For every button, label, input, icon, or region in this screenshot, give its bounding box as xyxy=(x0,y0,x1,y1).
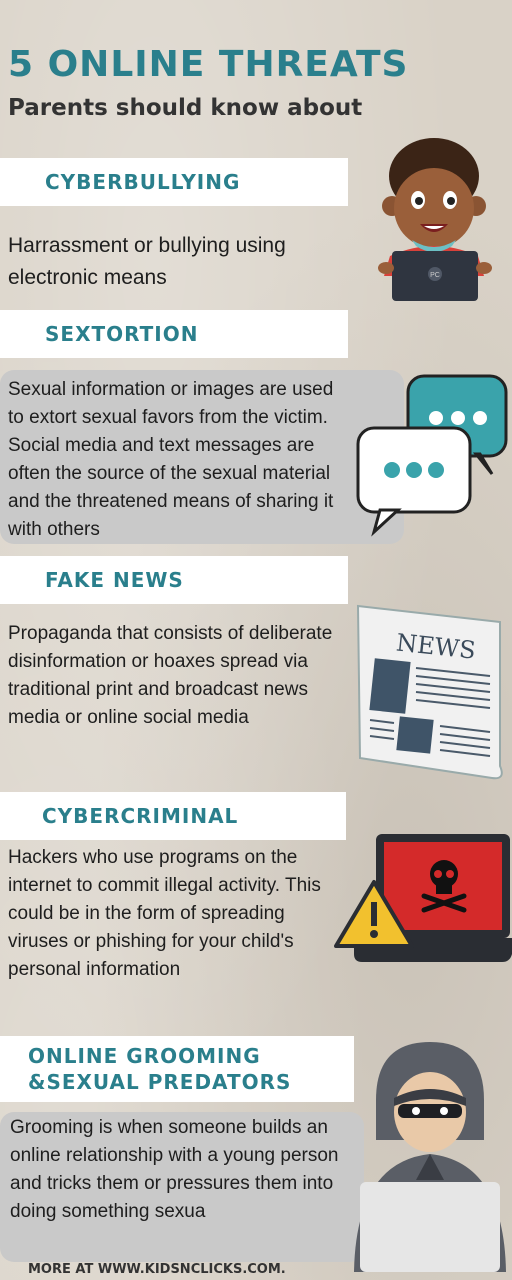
hacked-laptop-icon xyxy=(334,830,512,976)
section-heading: FAKE NEWS xyxy=(45,568,184,592)
section-heading-band: SEXTORTION xyxy=(0,310,348,358)
section-body: Sexual information or images are used to… xyxy=(8,379,334,540)
section-heading-line1: ONLINE GROOMING xyxy=(28,1044,261,1068)
section-heading: SEXTORTION xyxy=(45,322,199,346)
newspaper-icon: NEWS xyxy=(350,598,510,784)
laptop-label: PC xyxy=(430,272,440,279)
chat-bubbles-icon xyxy=(352,372,512,542)
page-title: 5 ONLINE THREATS xyxy=(8,44,409,85)
hooded-hacker-icon xyxy=(346,1040,512,1272)
section-heading-band: CYBERBULLYING xyxy=(0,158,348,206)
section-heading: CYBERCRIMINAL xyxy=(42,804,239,828)
section-heading: CYBERBULLYING xyxy=(45,170,241,194)
section-body: Grooming is when someone builds an onlin… xyxy=(10,1117,339,1222)
section-heading-band: ONLINE GROOMING &SEXUAL PREDATORS xyxy=(0,1036,354,1102)
section-body: Hackers who use programs on the internet… xyxy=(8,847,321,980)
section-heading-band: CYBERCRIMINAL xyxy=(0,792,346,840)
section-body: Harrassment or bullying using electronic… xyxy=(8,234,286,289)
footer-link[interactable]: MORE AT WWW.KIDSNCLICKS.COM. xyxy=(28,1262,286,1277)
section-heading-line2: &SEXUAL PREDATORS xyxy=(28,1070,292,1094)
section-body: Propaganda that consists of deliberate d… xyxy=(8,623,333,728)
section-heading-band: FAKE NEWS xyxy=(0,556,348,604)
page-subtitle: Parents should know about xyxy=(8,95,363,121)
boy-with-laptop-icon: PC xyxy=(372,136,502,306)
